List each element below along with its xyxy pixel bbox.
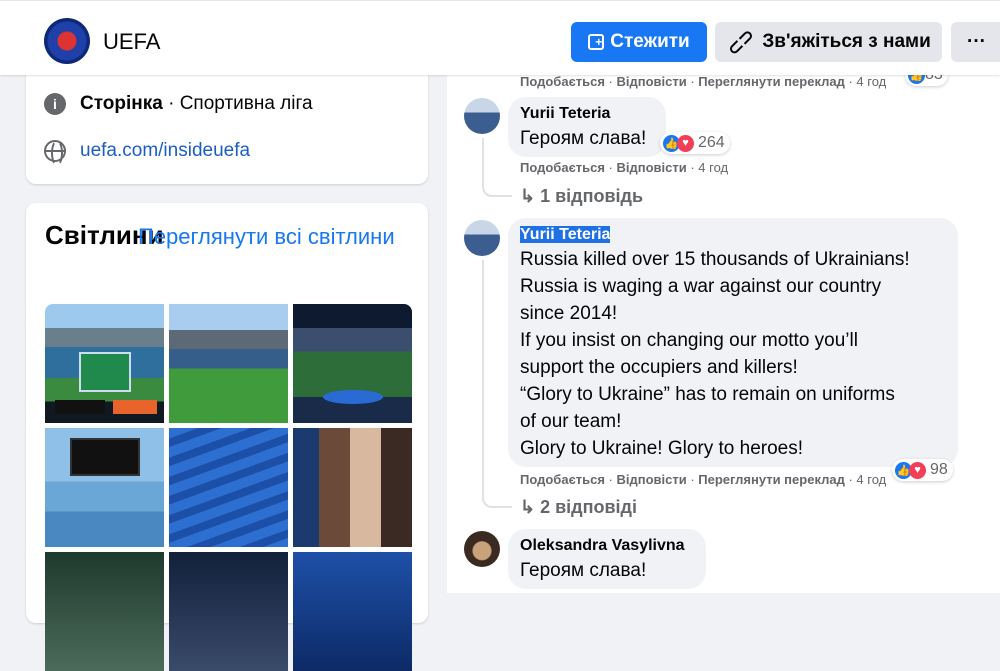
follow-label: Стежити	[610, 31, 690, 52]
photo-stadium-night[interactable]	[293, 304, 412, 423]
see-all-photos-link[interactable]: Переглянути всі світлини	[138, 224, 395, 250]
comment-bubble: Oleksandra Vasylivna Героям слава!	[508, 529, 706, 589]
avatar[interactable]	[464, 531, 500, 567]
comment-author[interactable]: Oleksandra Vasylivna	[520, 535, 694, 557]
category-text: · Спортивна ліга	[162, 93, 313, 114]
photo-player-portrait-2[interactable]	[169, 552, 288, 671]
reply-link[interactable]: Відповісти	[616, 472, 686, 487]
view-replies-link[interactable]: ↳ 1 відповідь	[520, 186, 643, 207]
comment-text: Героям слава!	[520, 128, 647, 149]
photo-stadium-screen[interactable]	[45, 304, 164, 423]
comment-text: Героям слава!	[520, 560, 647, 581]
love-icon: ♥	[909, 461, 926, 479]
contact-button[interactable]: ⊂⊃ Зв'яжіться з нами	[715, 22, 942, 62]
page-name[interactable]: UEFA	[103, 29, 160, 55]
thread-line	[482, 138, 512, 197]
comment-meta-top: Подобається · Відповісти · Переглянути п…	[520, 74, 887, 89]
photo-stadium-pitch[interactable]	[169, 304, 288, 423]
reaction-count[interactable]: 👍 ♥ 264	[660, 132, 730, 154]
reaction-number: 98	[930, 461, 948, 478]
reaction-count[interactable]: 👍 ♥ 98	[892, 459, 953, 481]
reply-arrow-icon: ↳	[520, 497, 541, 517]
comment-line: Glory to Ukraine! Glory to heroes!	[520, 438, 803, 459]
comment-line: support the occupiers and killers!	[520, 357, 798, 378]
comment-author[interactable]: Yurii Teteria	[520, 226, 611, 243]
follow-plus-icon: +	[588, 34, 605, 50]
translate-link[interactable]: Переглянути переклад	[698, 74, 845, 89]
info-icon: i	[44, 93, 66, 115]
reply-link[interactable]: Відповісти	[616, 74, 686, 89]
like-link[interactable]: Подобається	[520, 472, 605, 487]
replies-label: 2 відповіді	[540, 497, 637, 517]
follow-button[interactable]: + Стежити	[571, 22, 707, 62]
view-replies-link[interactable]: ↳ 2 відповіді	[520, 497, 637, 518]
comment-time[interactable]: 4 год	[698, 160, 728, 175]
reply-arrow-icon: ↳	[520, 186, 541, 206]
translate-link[interactable]: Переглянути переклад	[698, 472, 845, 487]
reaction-number: 264	[698, 134, 725, 151]
more-options-button[interactable]: ···	[951, 22, 1000, 62]
comment-meta: Подобається · Відповісти · Переглянути п…	[520, 472, 887, 487]
photos-card: Світлини Переглянути всі світлини	[26, 203, 428, 671]
comment-line: “Glory to Ukraine” has to remain on unif…	[520, 384, 895, 405]
comment-bubble: Yurii Teteria Russia killed over 15 thou…	[508, 218, 958, 467]
comment-author[interactable]: Yurii Teteria	[520, 103, 654, 125]
love-icon: ♥	[677, 134, 694, 152]
like-link[interactable]: Подобається	[520, 74, 605, 89]
website-row: uefa.com/insideuefa	[44, 140, 250, 166]
comment-line: Russia killed over 15 thousands of Ukrai…	[520, 249, 910, 270]
website-link[interactable]: uefa.com/insideuefa	[80, 140, 250, 162]
like-link[interactable]: Подобається	[520, 160, 605, 175]
more-icon: ···	[967, 31, 986, 52]
globe-icon	[44, 140, 66, 166]
comment-line: of our team!	[520, 411, 622, 432]
uefa-logo[interactable]	[44, 18, 90, 64]
photos-title: Світлини	[45, 220, 164, 250]
photo-player-portrait-1[interactable]	[45, 552, 164, 671]
avatar[interactable]	[464, 220, 500, 256]
comment-bubble: Yurii Teteria Героям слава!	[508, 97, 666, 157]
replies-label: 1 відповідь	[540, 186, 644, 206]
comment-time[interactable]: 4 год	[856, 74, 886, 89]
comment-time[interactable]: 4 год	[856, 472, 886, 487]
page-header: UEFA + Стежити ⊂⊃ Зв'яжіться з нами ···	[0, 0, 1000, 75]
comment-line: Russia is waging a war against our count…	[520, 276, 882, 297]
avatar[interactable]	[464, 98, 500, 134]
comment-line: If you insist on changing our motto you’…	[520, 330, 858, 351]
reply-link[interactable]: Відповісти	[616, 160, 686, 175]
comments-column: Подобається · Відповісти · Переглянути п…	[447, 0, 1000, 593]
photo-scoreboard[interactable]	[45, 428, 164, 547]
comment-line: since 2014!	[520, 303, 618, 324]
photo-player-portrait-3[interactable]	[293, 552, 412, 671]
category-bold: Сторінка	[80, 93, 163, 114]
contact-label: Зв'яжіться з нами	[762, 31, 931, 52]
comment-meta: Подобається · Відповісти · 4 год	[520, 160, 729, 175]
category-row: i Сторінка · Спортивна ліга	[44, 93, 313, 115]
link-icon: ⊂⊃	[723, 23, 759, 60]
intro-card: i Сторінка · Спортивна ліга uefa.com/ins…	[26, 56, 428, 184]
photo-blue-seats[interactable]	[169, 428, 288, 547]
photo-players[interactable]	[293, 428, 412, 547]
